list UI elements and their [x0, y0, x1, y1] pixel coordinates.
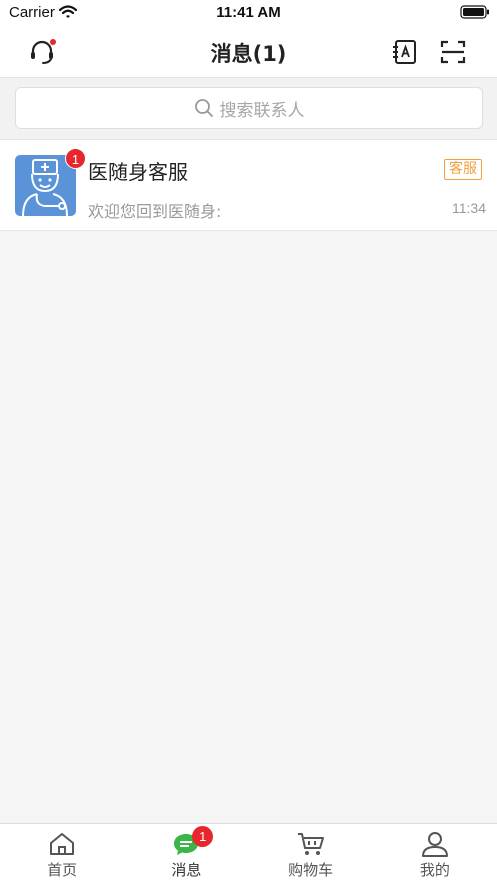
- search-icon: [194, 99, 213, 117]
- contacts-button[interactable]: [389, 36, 421, 68]
- contact-book-icon: [393, 40, 416, 64]
- search-input[interactable]: 搜索联系人: [15, 87, 483, 129]
- tab-bar: 首页 消息 1 购物车 我的: [0, 823, 497, 883]
- battery-icon: [460, 5, 489, 19]
- service-tag: 客服: [444, 159, 482, 180]
- message-preview: 欢迎您回到医随身:: [88, 202, 222, 221]
- tab-label: 购物车: [288, 861, 334, 879]
- tab-messages[interactable]: 消息 1: [124, 824, 248, 883]
- conversation-item[interactable]: 1 医随身客服 客服 欢迎您回到医随身: 11:34: [0, 140, 497, 231]
- unread-badge: 1: [65, 148, 86, 169]
- tab-badge: 1: [192, 826, 214, 847]
- scan-icon: [440, 40, 466, 64]
- cart-icon: [297, 833, 324, 855]
- search-area: 搜索联系人: [0, 78, 497, 140]
- tab-label: 首页: [47, 861, 78, 879]
- tab-label: 消息: [171, 861, 202, 879]
- message-time: 11:34: [452, 200, 486, 216]
- status-bar: Carrier 11:41 AM: [0, 0, 497, 26]
- search-placeholder: 搜索联系人: [219, 100, 305, 121]
- home-icon: [50, 833, 75, 855]
- tab-home[interactable]: 首页: [0, 824, 124, 883]
- conversation-name: 医随身客服: [88, 160, 188, 184]
- status-time: 11:41 AM: [216, 4, 281, 21]
- tab-label: 我的: [419, 861, 450, 879]
- page-title: 消息(1): [210, 42, 287, 66]
- tab-profile[interactable]: 我的: [373, 824, 497, 883]
- user-icon: [421, 832, 448, 857]
- nav-bar: 消息(1): [0, 26, 497, 78]
- tab-cart[interactable]: 购物车: [249, 824, 373, 883]
- scan-button[interactable]: [437, 36, 469, 68]
